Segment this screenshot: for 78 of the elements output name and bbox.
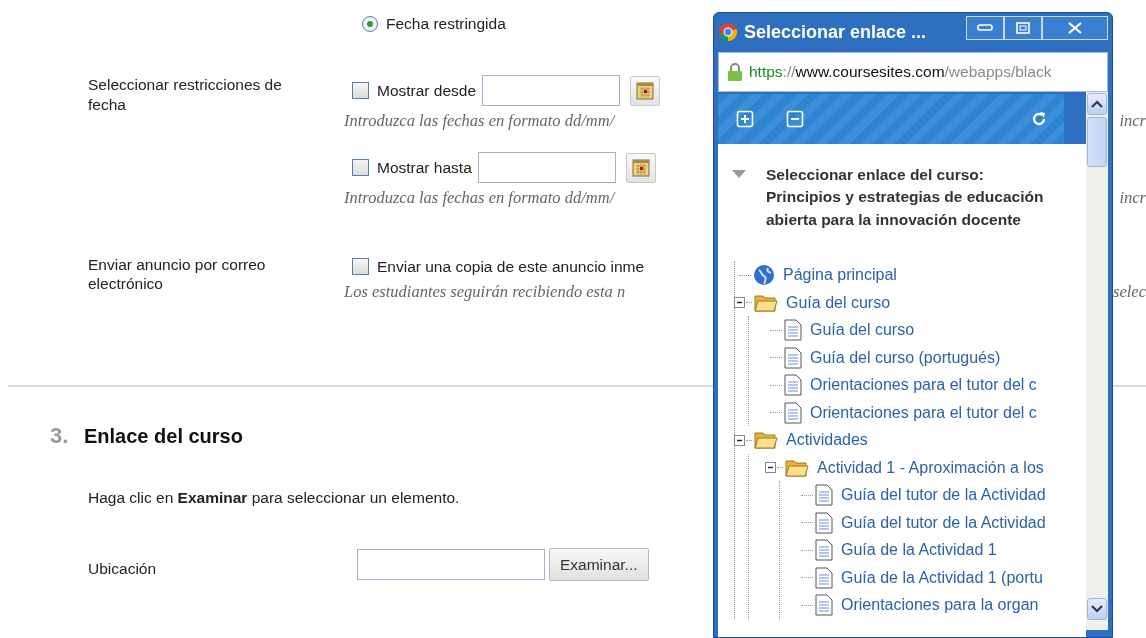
folder-icon <box>754 292 778 313</box>
browser-logo-icon <box>718 22 738 42</box>
hint-text: Introduzca las fechas en formato dd/mm/ <box>344 110 615 133</box>
document-icon <box>815 594 833 617</box>
document-icon <box>784 319 802 342</box>
maximize-button[interactable] <box>1004 16 1042 40</box>
hint-text: Introduzca las fechas en formato dd/mm/ <box>344 187 615 209</box>
scroll-down-button[interactable] <box>1087 598 1107 620</box>
calendar-icon <box>636 81 655 100</box>
date-field[interactable] <box>482 75 621 107</box>
refresh-icon <box>1030 110 1048 128</box>
hint-text: Los estudiantes seguirán recibiendo esta n <box>344 281 626 303</box>
minimize-button[interactable] <box>966 16 1004 40</box>
tree-toggle-icon[interactable] <box>765 462 776 474</box>
globe-icon <box>753 264 775 287</box>
calendar-button[interactable] <box>625 152 656 183</box>
tree-link[interactable]: Orientaciones para la organ <box>841 593 1039 618</box>
tree-link[interactable]: Guía del tutor de la Actividad <box>841 510 1046 535</box>
tree-toggle-icon[interactable] <box>734 434 745 446</box>
lock-icon <box>727 62 743 82</box>
calendar-icon <box>631 158 650 177</box>
hint-text: incr <box>1119 110 1146 133</box>
radio-button[interactable] <box>362 15 378 32</box>
calendar-button[interactable] <box>630 75 661 106</box>
checkbox-label: Enviar una copia de este anuncio inme <box>377 256 645 277</box>
tree-link[interactable]: Actividad 1 - Aproximación a los <box>817 455 1044 480</box>
checkbox[interactable] <box>352 82 369 100</box>
checkbox-label: Mostrar desde <box>377 81 477 102</box>
field-label: Enviar anuncio por correo electrónico <box>88 254 267 294</box>
location-field[interactable] <box>357 549 545 580</box>
tree-link[interactable]: Guía de la Actividad 1 <box>841 538 997 563</box>
tree-link[interactable]: Guía del curso <box>786 290 891 315</box>
document-icon <box>815 566 833 589</box>
minimize-icon <box>977 24 993 32</box>
tree-toggle-icon[interactable] <box>734 297 745 309</box>
folder-icon <box>785 457 809 478</box>
tree-link[interactable]: Guía del curso <box>810 318 915 343</box>
hint-text: incr <box>1119 187 1146 209</box>
hint-text: selec <box>1113 281 1146 303</box>
section-title: Enlace del curso <box>84 423 243 449</box>
plus-icon <box>736 110 754 128</box>
tree-link[interactable]: Guía del tutor de la Actividad <box>841 483 1046 508</box>
address-bar[interactable]: https://www.coursesites.com/webapps/black <box>718 52 1108 92</box>
tree-link[interactable]: Página principal <box>783 263 897 288</box>
document-icon <box>815 511 833 534</box>
collapse-triangle-icon[interactable] <box>732 170 746 178</box>
document-icon <box>784 374 802 397</box>
scrollbar-thumb[interactable] <box>1087 117 1107 167</box>
tree-link[interactable]: Guía de la Actividad 1 (portu <box>841 565 1043 590</box>
tree-link[interactable]: Orientaciones para el tutor del c <box>810 373 1037 398</box>
checkbox[interactable] <box>352 257 369 275</box>
tree-link[interactable]: Guía del curso (portugués) <box>810 345 1001 370</box>
section-number: 3. <box>50 421 70 450</box>
chevron-up-icon <box>1091 100 1103 108</box>
close-button[interactable] <box>1042 16 1108 40</box>
maximize-icon <box>1016 22 1030 34</box>
document-icon <box>784 346 802 369</box>
radio-label: Fecha restringida <box>386 14 506 34</box>
date-field[interactable] <box>477 152 616 183</box>
scrollbar[interactable] <box>1086 92 1108 630</box>
chevron-down-icon <box>1091 605 1103 613</box>
minus-icon <box>786 110 804 128</box>
checkbox[interactable] <box>352 159 369 176</box>
document-icon <box>815 539 833 562</box>
document-icon <box>784 401 802 424</box>
field-label: Seleccionar restricciones de fecha <box>88 75 283 114</box>
field-label: Ubicación <box>88 559 158 579</box>
checkbox-label: Mostrar hasta <box>377 157 472 178</box>
window-title: Seleccionar enlace ... <box>744 20 927 44</box>
instructions-text: Haga clic en Examinar para seleccionar un elemento. <box>88 487 460 508</box>
browse-button[interactable]: Examinar... <box>549 548 649 582</box>
document-icon <box>815 484 833 507</box>
close-icon <box>1067 22 1083 34</box>
folder-icon <box>754 430 778 451</box>
scroll-up-button[interactable] <box>1087 93 1107 115</box>
tree-link[interactable]: Orientaciones para el tutor del c <box>810 400 1037 425</box>
tree-link[interactable]: Actividades <box>786 428 868 453</box>
tree-heading: Seleccionar enlace del curso: Principios y estrategias de educación abierta para la innovación docente <box>766 165 1045 230</box>
